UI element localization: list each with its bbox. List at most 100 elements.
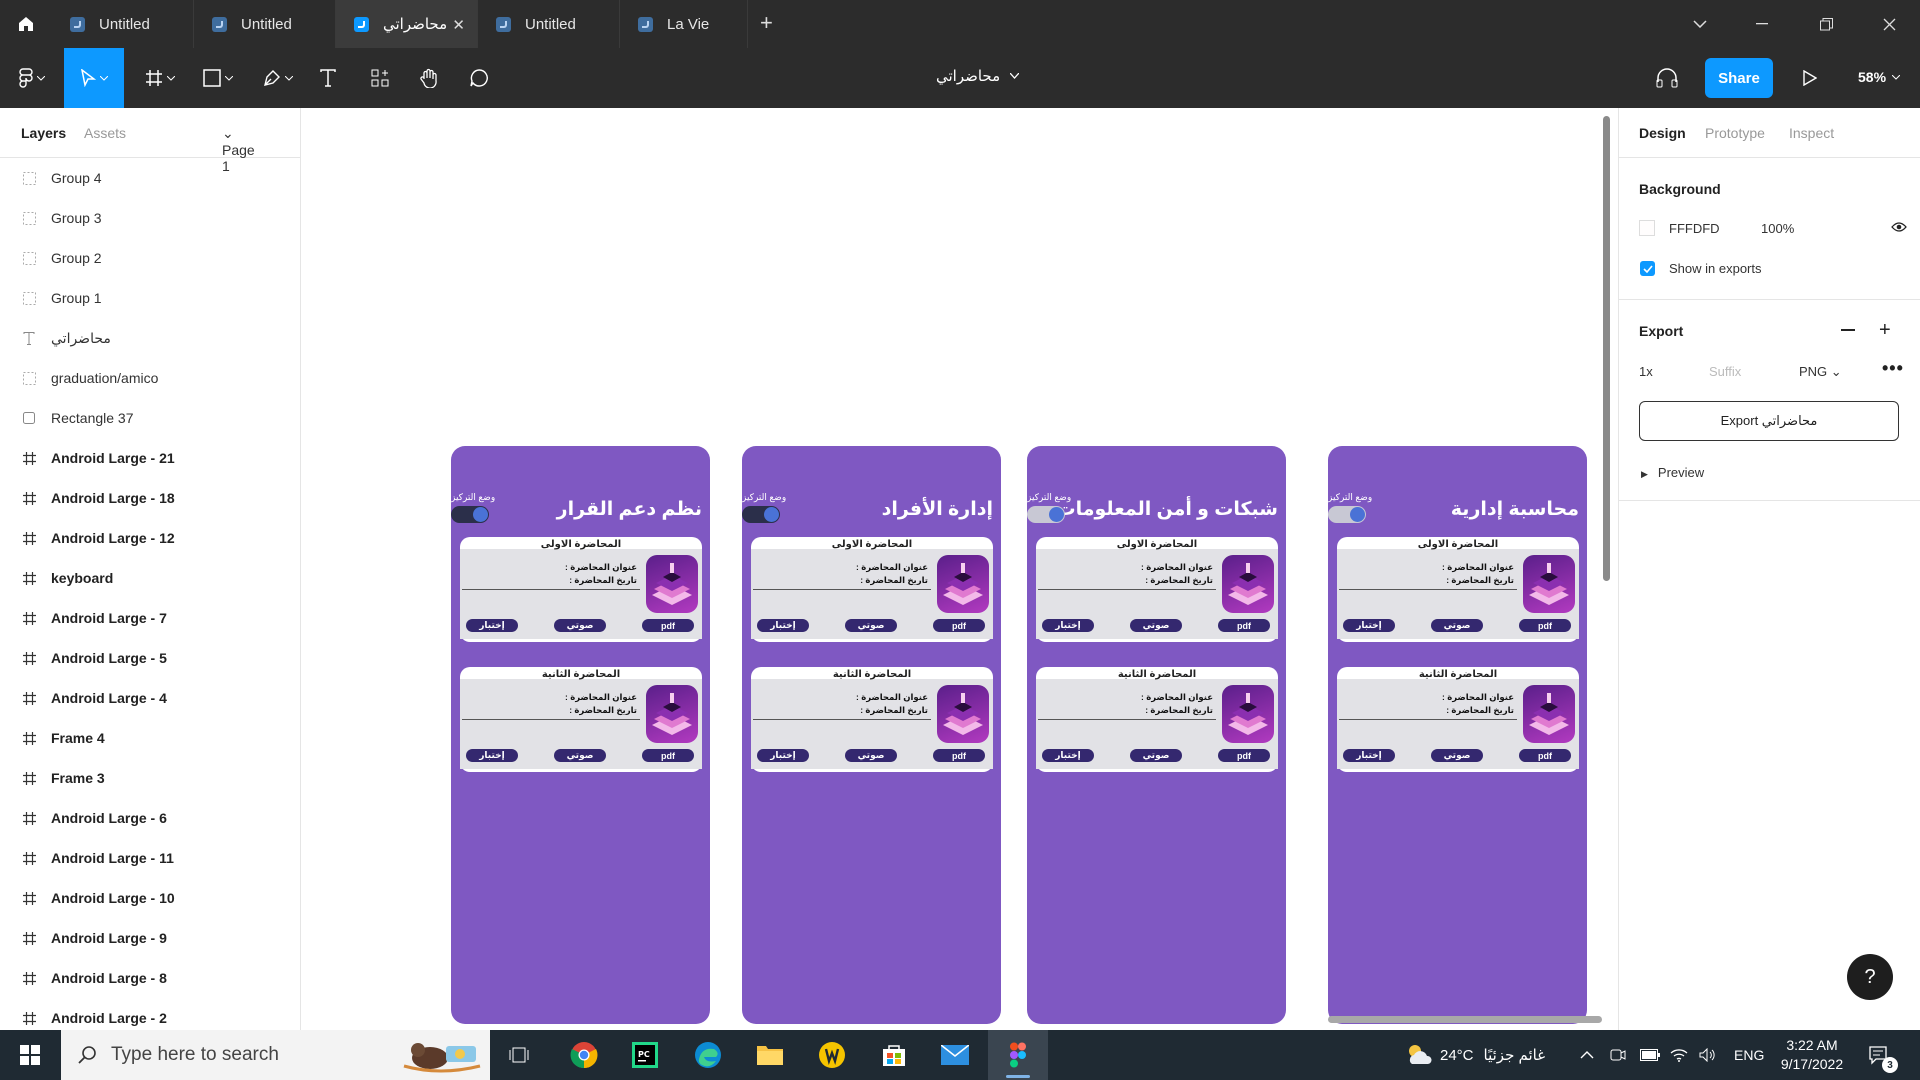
- app-frame[interactable]: إدارة الأفراد وضع التركيز المحاضرة الاولى ع…: [742, 446, 1001, 1024]
- tab-design[interactable]: Design: [1639, 125, 1686, 141]
- export-button[interactable]: Export محاضراتي: [1639, 401, 1899, 441]
- share-button[interactable]: Share: [1705, 58, 1773, 98]
- clock[interactable]: 3:22 AM 9/17/2022: [1776, 1030, 1848, 1080]
- layer-row[interactable]: Frame 3: [0, 758, 300, 798]
- hand-tool-button[interactable]: [414, 48, 444, 108]
- comment-tool-button[interactable]: [464, 48, 494, 108]
- figma-taskbar-icon[interactable]: [988, 1030, 1048, 1080]
- audio-button[interactable]: صوتي: [845, 619, 897, 632]
- tab-assets[interactable]: Assets: [84, 125, 126, 141]
- layer-row[interactable]: Android Large - 11: [0, 838, 300, 878]
- show-in-exports-checkbox[interactable]: [1640, 261, 1655, 276]
- zoom-dropdown[interactable]: 58%: [1858, 69, 1901, 85]
- audio-button[interactable]: صوتي: [1130, 749, 1182, 762]
- file-tab-1[interactable]: Untitled: [52, 0, 194, 48]
- pdf-button[interactable]: pdf: [933, 749, 985, 762]
- layer-row[interactable]: keyboard: [0, 558, 300, 598]
- chrome-icon[interactable]: [554, 1030, 614, 1080]
- pdf-button[interactable]: pdf: [1218, 619, 1270, 632]
- pdf-button[interactable]: pdf: [642, 619, 694, 632]
- main-menu-button[interactable]: [10, 48, 54, 108]
- windows-start-icon[interactable]: [0, 1030, 60, 1080]
- quiz-button[interactable]: إختبار: [757, 619, 809, 632]
- preview-toggle[interactable]: ▶ Preview: [1641, 465, 1704, 480]
- lecture-card[interactable]: المحاضرة الثانية عنوان المحاضرة : تاريخ ال…: [460, 667, 702, 772]
- quiz-button[interactable]: إختبار: [757, 749, 809, 762]
- audio-button[interactable]: صوتي: [845, 749, 897, 762]
- layer-row[interactable]: Android Large - 10: [0, 878, 300, 918]
- focus-mode-toggle[interactable]: [742, 506, 780, 523]
- audio-button[interactable]: صوتي: [1431, 749, 1483, 762]
- quiz-button[interactable]: إختبار: [1343, 749, 1395, 762]
- show-hidden-icons-chevron-up-icon[interactable]: [1580, 1030, 1594, 1080]
- volume-icon[interactable]: [1699, 1030, 1717, 1080]
- tab-inspect[interactable]: Inspect: [1789, 125, 1834, 141]
- focus-mode-toggle[interactable]: [1027, 506, 1065, 523]
- remove-export-icon[interactable]: [1841, 329, 1855, 331]
- weather-widget[interactable]: 24°C غائم جزئيًا: [1404, 1030, 1545, 1080]
- move-tool-button[interactable]: [64, 48, 124, 108]
- layer-row[interactable]: Android Large - 5: [0, 638, 300, 678]
- tab-prototype[interactable]: Prototype: [1705, 125, 1765, 141]
- pdf-button[interactable]: pdf: [1519, 619, 1571, 632]
- pdf-button[interactable]: pdf: [1218, 749, 1270, 762]
- app-icon[interactable]: [802, 1030, 862, 1080]
- audio-button[interactable]: [1652, 48, 1682, 108]
- app-frame[interactable]: نظم دعم القرار وضع التركيز المحاضرة الاولى…: [451, 446, 710, 1024]
- file-explorer-icon[interactable]: [740, 1030, 800, 1080]
- quiz-button[interactable]: إختبار: [1042, 749, 1094, 762]
- background-color-swatch[interactable]: [1639, 220, 1655, 236]
- audio-button[interactable]: صوتي: [554, 619, 606, 632]
- layer-row[interactable]: Android Large - 2: [0, 998, 300, 1030]
- meet-now-icon[interactable]: [1610, 1030, 1626, 1080]
- layer-row[interactable]: Group 3: [0, 198, 300, 238]
- file-tab-5[interactable]: La Vie: [620, 0, 748, 48]
- export-options-icon[interactable]: •••: [1882, 358, 1904, 379]
- frame-tool-button[interactable]: [138, 48, 182, 108]
- pdf-button[interactable]: pdf: [933, 619, 985, 632]
- battery-icon[interactable]: [1640, 1030, 1660, 1080]
- export-suffix-input[interactable]: Suffix: [1709, 364, 1741, 379]
- task-view-icon[interactable]: [490, 1030, 550, 1080]
- file-tab-2[interactable]: Untitled: [194, 0, 336, 48]
- quiz-button[interactable]: إختبار: [466, 619, 518, 632]
- background-hex-input[interactable]: FFFDFD: [1669, 221, 1720, 236]
- vertical-scrollbar[interactable]: [1603, 116, 1610, 581]
- lecture-card[interactable]: المحاضرة الثانية عنوان المحاضرة : تاريخ ال…: [751, 667, 993, 772]
- audio-button[interactable]: صوتي: [1130, 619, 1182, 632]
- layer-row[interactable]: Android Large - 7: [0, 598, 300, 638]
- file-tab-3[interactable]: محاضراتي ✕: [336, 0, 478, 48]
- input-language[interactable]: ENG: [1734, 1030, 1764, 1080]
- audio-button[interactable]: صوتي: [554, 749, 606, 762]
- focus-mode-toggle[interactable]: [451, 506, 489, 523]
- page-dropdown[interactable]: Page 1 ⌄: [222, 125, 255, 174]
- chevron-down-icon[interactable]: [1671, 0, 1729, 48]
- layer-row[interactable]: Android Large - 8: [0, 958, 300, 998]
- edge-icon[interactable]: [678, 1030, 738, 1080]
- pdf-button[interactable]: pdf: [1519, 749, 1571, 762]
- lecture-card[interactable]: المحاضرة الاولى عنوان المحاضرة : تاريخ الم…: [1337, 537, 1579, 642]
- background-opacity-input[interactable]: 100%: [1761, 221, 1794, 236]
- app-frame[interactable]: محاسبة إدارية وضع التركيز المحاضرة الاولى ع…: [1328, 446, 1587, 1024]
- pycharm-icon[interactable]: PC: [615, 1030, 675, 1080]
- design-canvas[interactable]: نظم دعم القرار وضع التركيز المحاضرة الاولى…: [301, 108, 1618, 1030]
- layer-row[interactable]: Frame 4: [0, 718, 300, 758]
- export-format-select[interactable]: PNG ⌄: [1799, 364, 1842, 380]
- layer-row[interactable]: Group 4: [0, 158, 300, 198]
- layer-row[interactable]: Group 2: [0, 238, 300, 278]
- app-frame[interactable]: شبكات و أمن المعلومات وضع التركيز المحاضرة…: [1027, 446, 1286, 1024]
- home-icon[interactable]: [0, 0, 52, 48]
- layer-row[interactable]: Rectangle 37: [0, 398, 300, 438]
- file-tab-4[interactable]: Untitled: [478, 0, 620, 48]
- file-name-dropdown[interactable]: محاضراتي: [936, 67, 1020, 85]
- restore-icon[interactable]: [1797, 0, 1855, 48]
- lecture-card[interactable]: المحاضرة الثانية عنوان المحاضرة : تاريخ ال…: [1036, 667, 1278, 772]
- taskbar-search-box[interactable]: Type here to search: [61, 1030, 490, 1080]
- layer-row[interactable]: Android Large - 6: [0, 798, 300, 838]
- help-button[interactable]: ?: [1847, 954, 1893, 1000]
- pen-tool-button[interactable]: [256, 48, 300, 108]
- export-scale-select[interactable]: 1x: [1639, 364, 1653, 379]
- new-tab-icon[interactable]: +: [760, 12, 773, 34]
- mail-icon[interactable]: [925, 1030, 985, 1080]
- layer-row[interactable]: Android Large - 4: [0, 678, 300, 718]
